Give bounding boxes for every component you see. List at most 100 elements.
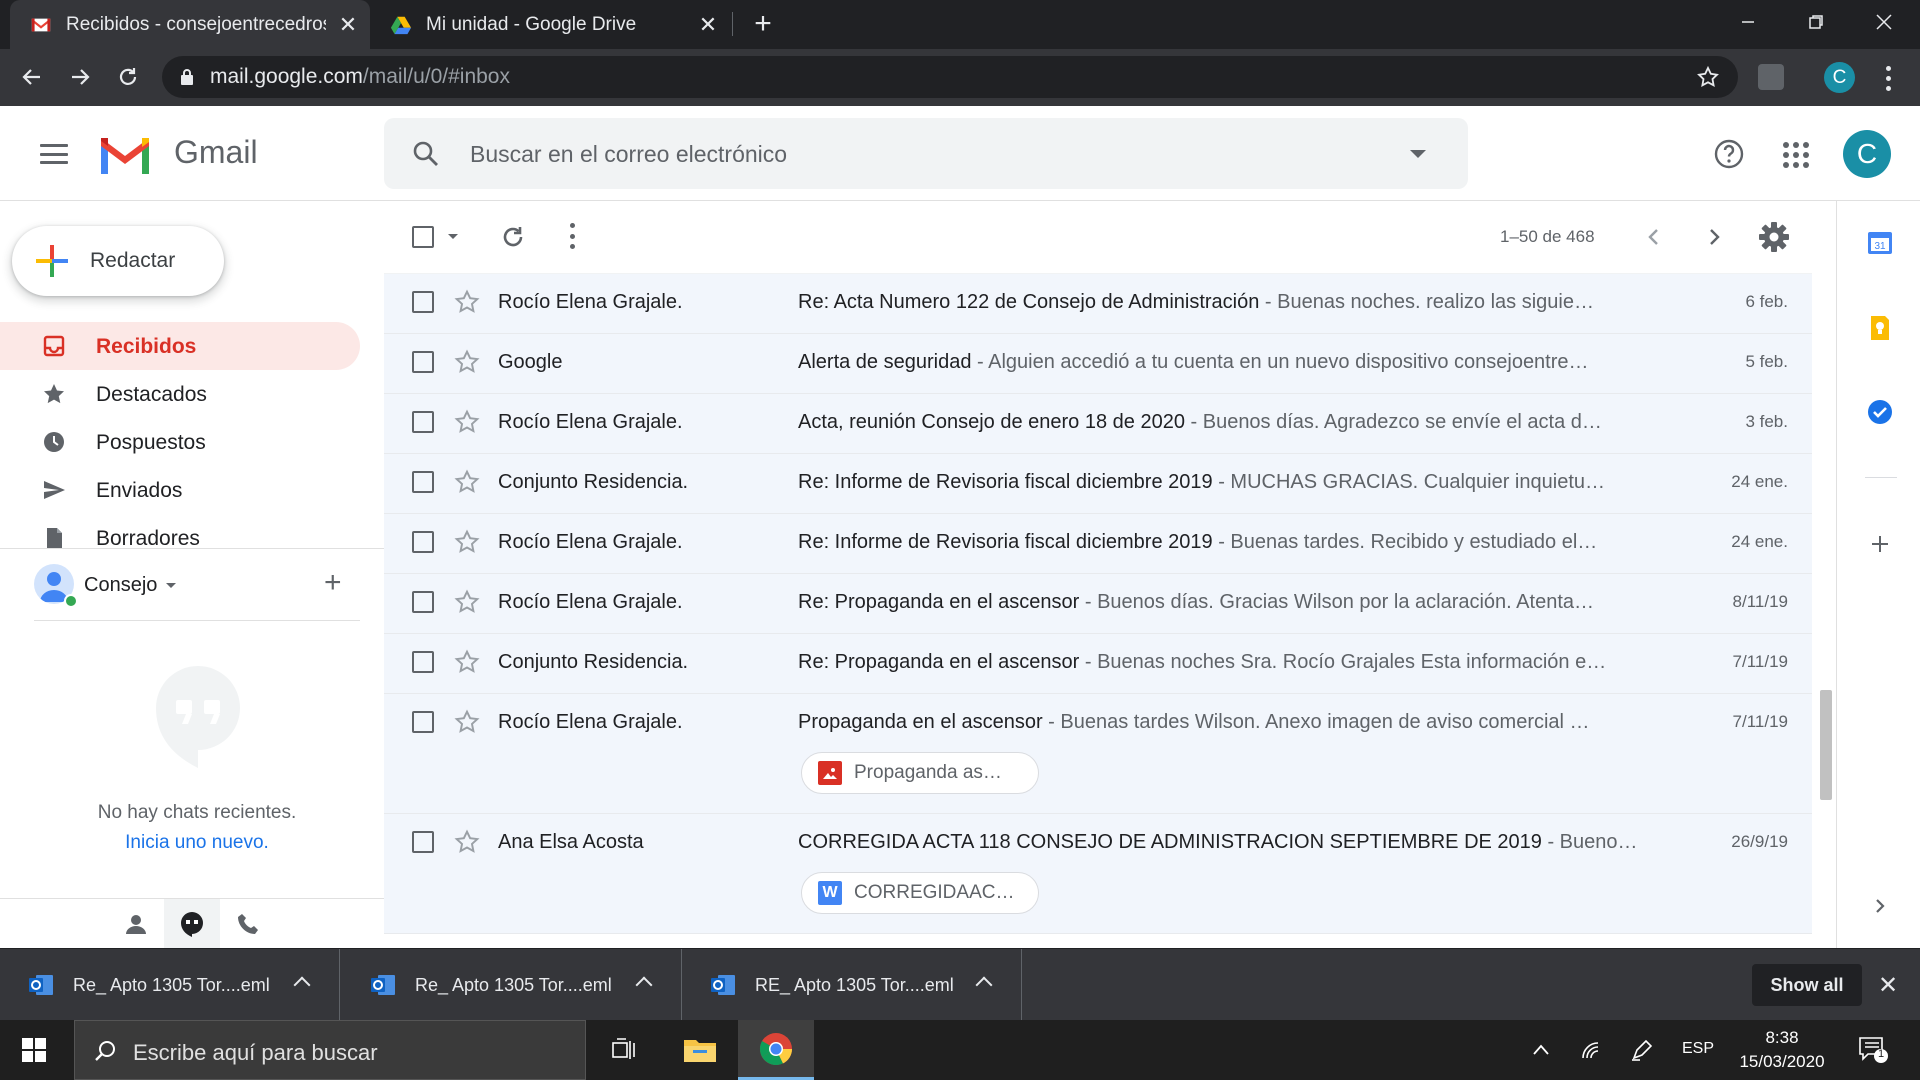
search-options-icon[interactable] — [1410, 150, 1426, 158]
attachment-chip[interactable]: W CORREGIDAAC… — [801, 872, 1039, 914]
bookmark-star-icon[interactable] — [1696, 65, 1720, 89]
mail-row[interactable]: Rocío Elena Grajale. Re: Propaganda en e… — [384, 574, 1812, 634]
row-checkbox[interactable] — [412, 351, 434, 373]
hangouts-user[interactable]: Consejo + — [34, 562, 364, 608]
mail-row[interactable]: Rocío Elena Grajale. Propaganda en el as… — [384, 694, 1812, 814]
chevron-down-icon[interactable] — [166, 583, 176, 588]
tab-gmail[interactable]: Recibidos - consejoentrecedros@ ✕ — [10, 0, 370, 49]
close-shelf-icon[interactable]: ✕ — [1878, 971, 1898, 1000]
star-toggle-icon[interactable] — [454, 349, 480, 375]
new-tab-button[interactable]: + — [748, 7, 778, 40]
keep-icon[interactable] — [1867, 315, 1893, 341]
chrome-taskbar-button[interactable] — [738, 1020, 814, 1080]
add-addon-icon[interactable] — [1867, 531, 1893, 557]
mail-row[interactable]: Rocío Elena Grajale. Re: Informe de Revi… — [384, 514, 1812, 574]
download-item[interactable]: RE_ Apto 1305 Tor....eml — [682, 949, 1022, 1021]
action-center-button[interactable]: 1 — [1858, 1036, 1888, 1069]
close-tab-icon[interactable]: ✕ — [334, 11, 362, 39]
sidebar-item-inbox[interactable]: Recibidos — [0, 322, 360, 370]
mail-row[interactable]: Rocío Elena Grajale. Re: Acta Numero 122… — [384, 274, 1812, 334]
contacts-button[interactable] — [108, 899, 164, 949]
windows-start-icon[interactable] — [22, 1038, 46, 1062]
search-icon[interactable] — [412, 140, 440, 168]
show-all-downloads-button[interactable]: Show all — [1752, 964, 1862, 1006]
row-checkbox[interactable] — [412, 711, 434, 733]
row-checkbox[interactable] — [412, 591, 434, 613]
hangouts-button[interactable] — [164, 899, 220, 949]
row-checkbox[interactable] — [412, 531, 434, 553]
taskbar-search-box[interactable]: Escribe aquí para buscar — [74, 1020, 586, 1080]
main-menu-icon[interactable] — [40, 144, 68, 164]
download-item[interactable]: Re_ Apto 1305 Tor....eml — [342, 949, 682, 1021]
star-toggle-icon[interactable] — [454, 589, 480, 615]
mail-row[interactable]: Ana Elsa Acosta CORREGIDA ACTA 118 CONSE… — [384, 814, 1812, 934]
more-options-icon[interactable] — [570, 223, 576, 249]
network-icon[interactable] — [1580, 1040, 1602, 1060]
row-checkbox[interactable] — [412, 651, 434, 673]
mail-row[interactable]: Google Alerta de seguridad - Alguien acc… — [384, 334, 1812, 394]
tab-drive[interactable]: Mi unidad - Google Drive ✕ — [370, 0, 730, 49]
compose-button[interactable]: Redactar — [12, 226, 224, 296]
star-toggle-icon[interactable] — [454, 829, 480, 855]
row-checkbox[interactable] — [412, 471, 434, 493]
sidebar-item-drafts[interactable]: Borradores — [0, 514, 360, 562]
address-bar[interactable]: mail.google.com/mail/u/0/#inbox — [162, 56, 1738, 98]
gear-icon[interactable] — [1758, 221, 1790, 253]
scrollbar-thumb[interactable] — [1820, 690, 1832, 800]
restore-button[interactable] — [1782, 0, 1850, 44]
google-apps-icon[interactable] — [1783, 142, 1809, 168]
chevron-right-icon[interactable] — [1700, 223, 1728, 251]
mail-row[interactable]: Conjunto Residencia. Re: Informe de Revi… — [384, 454, 1812, 514]
star-toggle-icon[interactable] — [454, 469, 480, 495]
close-tab-icon[interactable]: ✕ — [694, 11, 722, 39]
sidebar-item-sent[interactable]: Enviados — [0, 466, 360, 514]
reload-button[interactable] — [108, 57, 148, 97]
mail-row[interactable]: Rocío Elena Grajale. Acta, reunión Conse… — [384, 394, 1812, 454]
forward-button[interactable] — [60, 57, 100, 97]
help-icon[interactable] — [1713, 138, 1745, 170]
star-toggle-icon[interactable] — [454, 529, 480, 555]
calendar-icon[interactable]: 31 — [1867, 229, 1893, 255]
star-toggle-icon[interactable] — [454, 649, 480, 675]
row-checkbox[interactable] — [412, 411, 434, 433]
chevron-up-icon[interactable] — [293, 976, 311, 994]
attachment-chip[interactable]: Propaganda as… — [801, 752, 1039, 794]
minimize-button[interactable] — [1714, 0, 1782, 44]
select-options-icon[interactable] — [448, 234, 458, 239]
phone-button[interactable] — [220, 899, 276, 949]
account-avatar[interactable]: C — [1843, 130, 1891, 178]
language-indicator[interactable]: ESP — [1682, 1040, 1714, 1058]
sidebar-item-starred[interactable]: Destacados — [0, 370, 360, 418]
star-toggle-icon[interactable] — [454, 289, 480, 315]
tasks-icon[interactable] — [1867, 399, 1893, 425]
task-view-button[interactable] — [586, 1020, 662, 1080]
star-toggle-icon[interactable] — [454, 409, 480, 435]
chevron-left-icon[interactable] — [1640, 223, 1668, 251]
chevron-right-icon[interactable] — [1867, 893, 1893, 919]
start-chat-link[interactable]: Inicia uno nuevo. — [0, 832, 394, 854]
add-chat-button[interactable]: + — [324, 566, 342, 600]
select-all-checkbox[interactable] — [412, 226, 434, 248]
mail-row[interactable]: Conjunto Residencia. Re: Propaganda en e… — [384, 634, 1812, 694]
pen-icon[interactable] — [1630, 1038, 1654, 1062]
file-explorer-button[interactable] — [662, 1020, 738, 1080]
star-toggle-icon[interactable] — [454, 709, 480, 735]
browser-menu-button[interactable] — [1876, 63, 1900, 93]
download-item[interactable]: Re_ Apto 1305 Tor....eml — [0, 949, 340, 1021]
row-checkbox[interactable] — [412, 831, 434, 853]
search-input[interactable]: Buscar en el correo electrónico — [470, 141, 787, 168]
mail-snippet: - Buenos días. Agradezco se envíe el act… — [1184, 411, 1602, 433]
browser-profile-avatar[interactable]: C — [1824, 62, 1855, 93]
sidebar-item-snoozed[interactable]: Pospuestos — [0, 418, 360, 466]
chevron-up-icon[interactable] — [635, 976, 653, 994]
search-bar[interactable]: Buscar en el correo electrónico — [384, 118, 1468, 189]
extension-icon[interactable] — [1758, 64, 1784, 90]
system-clock[interactable]: 8:38 15/03/2020 — [1722, 1026, 1842, 1074]
back-button[interactable] — [12, 57, 52, 97]
refresh-icon[interactable] — [500, 224, 526, 250]
chevron-up-icon[interactable] — [975, 976, 993, 994]
row-checkbox[interactable] — [412, 291, 434, 313]
chevron-up-icon[interactable] — [1532, 1042, 1550, 1056]
close-window-button[interactable] — [1850, 0, 1918, 44]
mail-list-scrollbar[interactable] — [1818, 273, 1832, 948]
